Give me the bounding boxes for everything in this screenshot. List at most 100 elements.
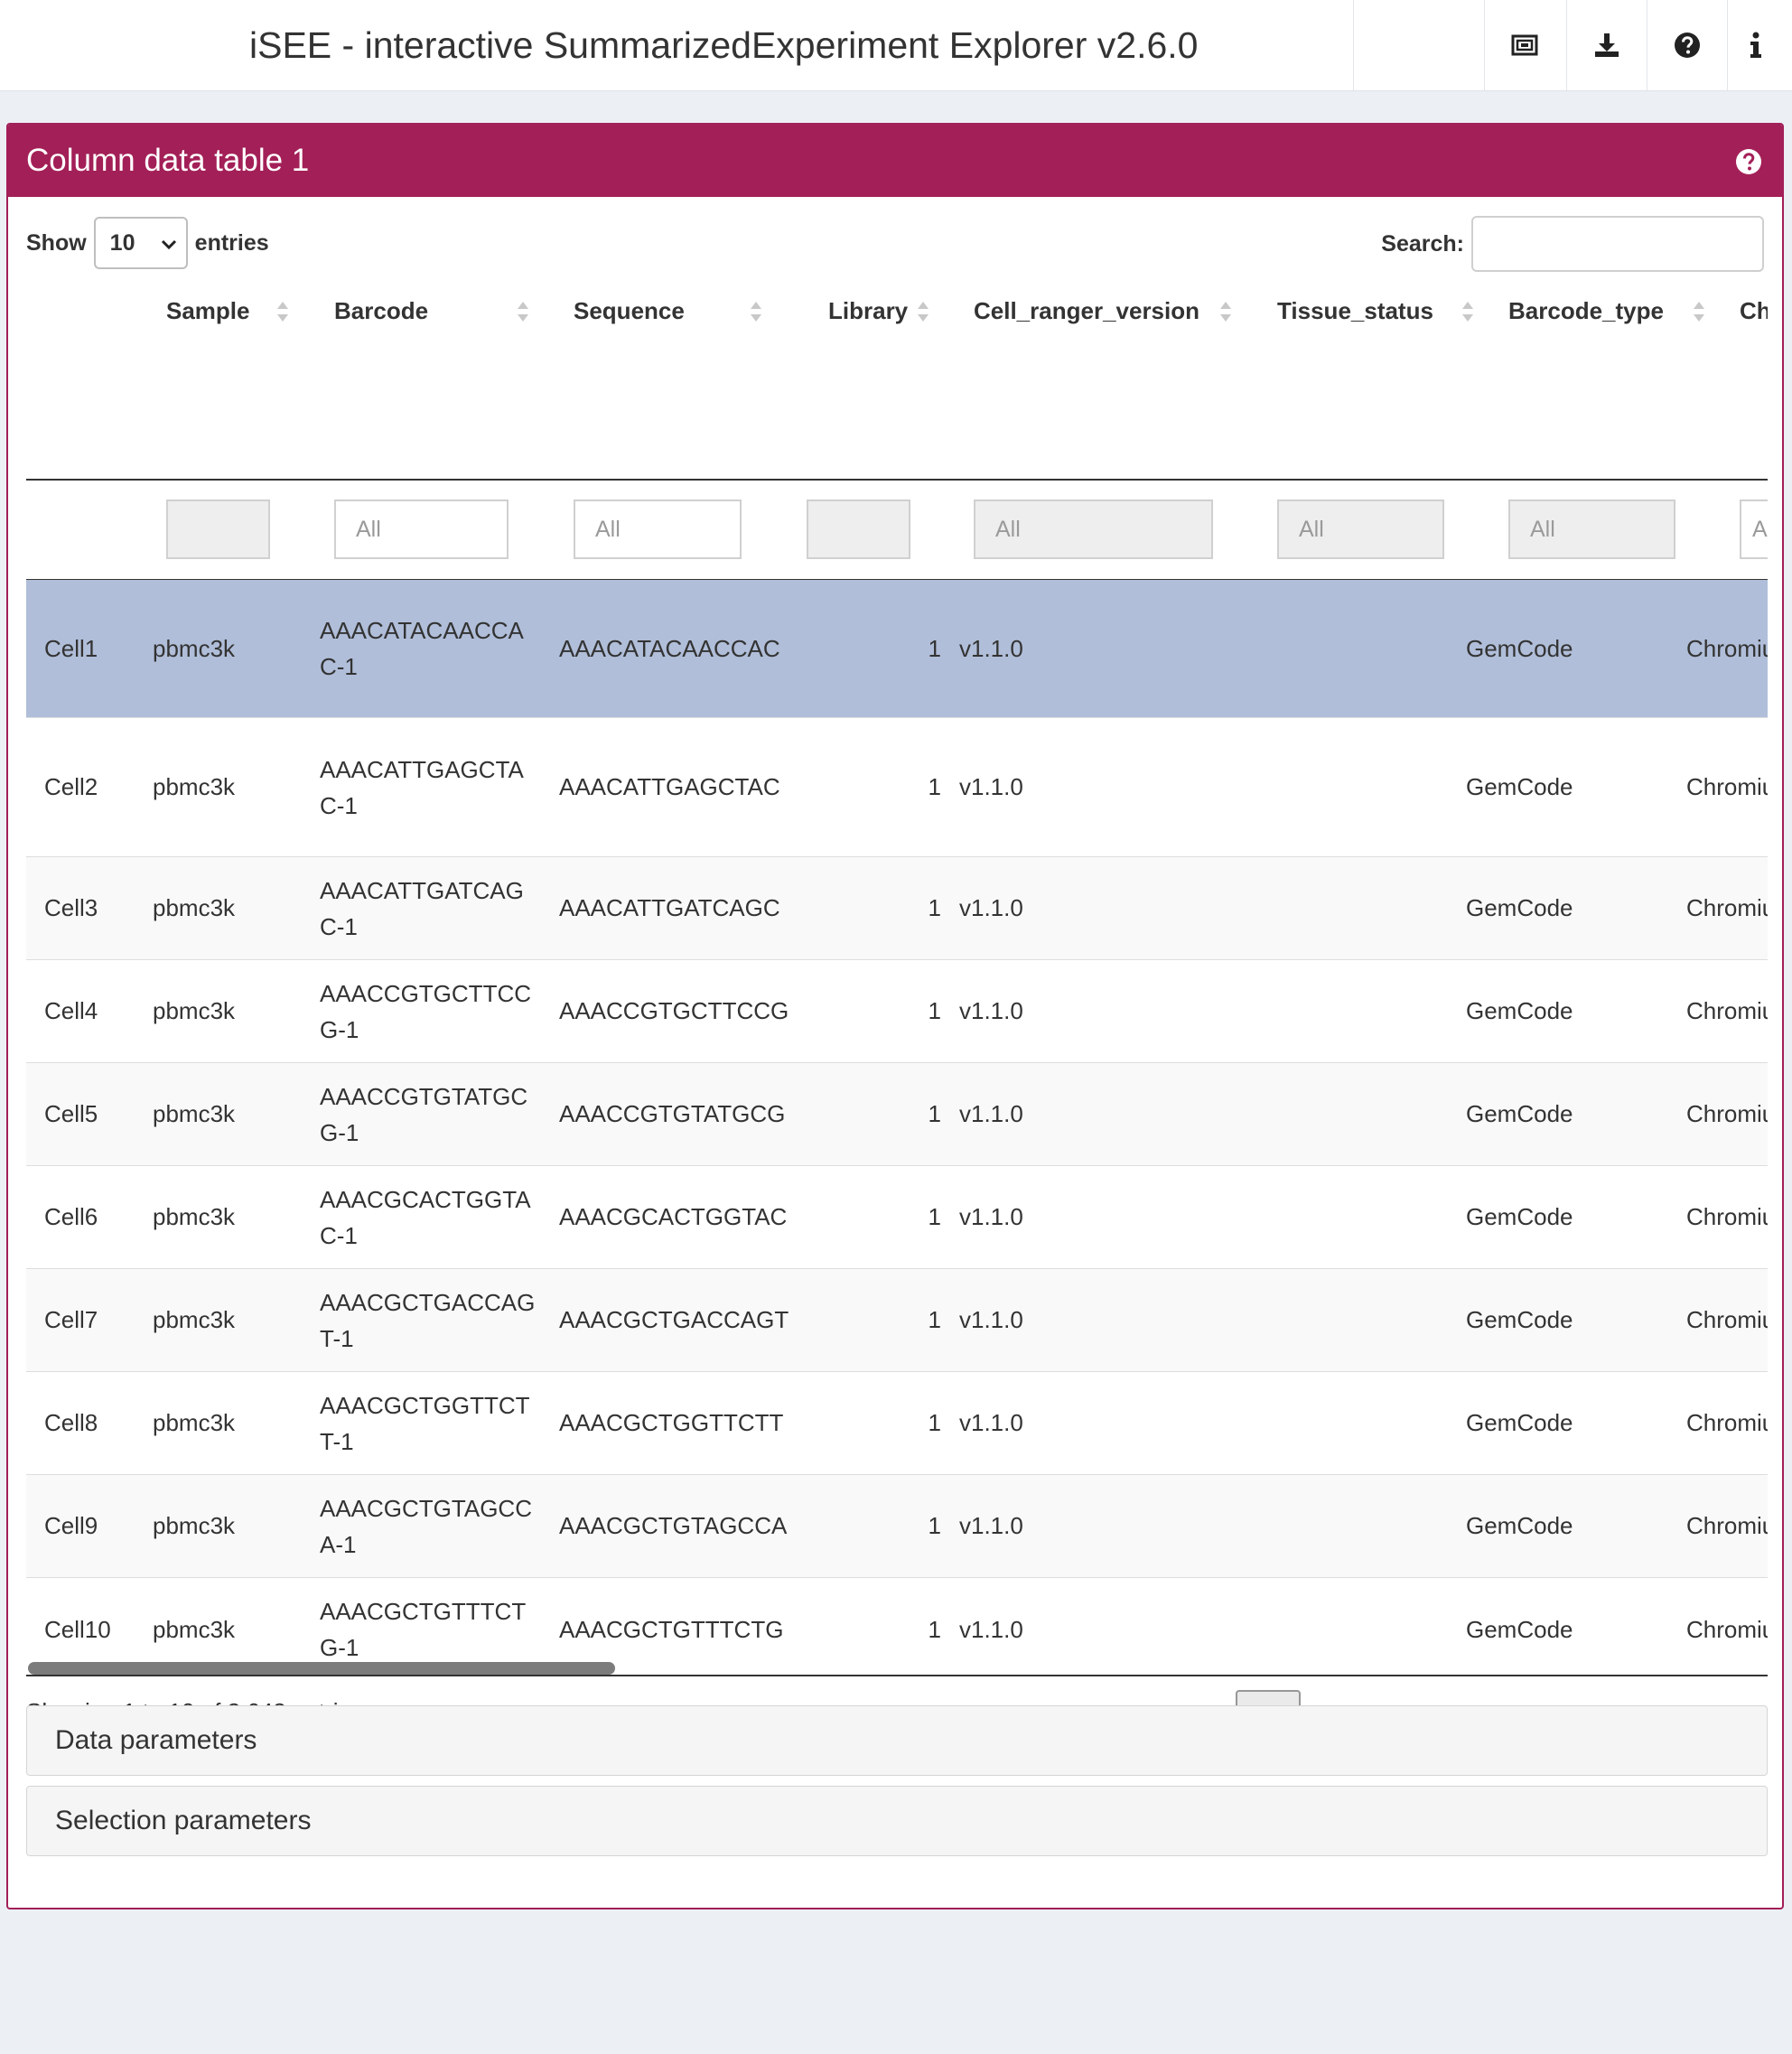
cell-barcode-type: GemCode [1466,1615,1573,1643]
cell-chemistry: Chromiu [1686,634,1768,662]
cell-version: v1.1.0 [959,894,1023,921]
table-row[interactable]: Cell2 pbmc3k AAACATTGAGCTAC-1 AAACATTGAG… [26,718,1768,857]
entries-select[interactable]: 10 [93,217,188,269]
row-name: Cell5 [44,1100,98,1127]
column-header-sample[interactable]: Sample [166,278,250,343]
help-icon[interactable] [1647,0,1727,90]
cell-version: v1.1.0 [959,1512,1023,1539]
panel-help-icon[interactable] [1735,148,1762,175]
cell-barcode: AAACATACAACCAC-1 [320,617,524,680]
gallery-icon[interactable] [1485,0,1564,90]
column-header-barcode[interactable]: Barcode [334,278,428,343]
row-name: Cell6 [44,1203,98,1230]
table-row[interactable]: Cell4 pbmc3k AAACCGTGCTTCCG-1 AAACCGTGCT… [26,960,1768,1063]
table-search: Search: [1381,215,1764,273]
column-header-library[interactable]: Library [828,278,908,343]
cell-library: 1 [928,1409,941,1436]
cell-chemistry: Chromiu [1686,1100,1768,1127]
sort-icon[interactable] [516,300,530,323]
cell-chemistry: Chromiu [1686,997,1768,1024]
column-header-tissue-status[interactable]: Tissue_status [1277,278,1433,343]
column-header-cell-ranger-version[interactable]: Cell_ranger_version [974,278,1199,343]
column-data-table-panel: Column data table 1 Show 10 entries Sear… [6,123,1784,1909]
filter-barcode-type[interactable]: All [1508,499,1675,559]
table-row[interactable]: Cell7 pbmc3k AAACGCTGACCAGT-1 AAACGCTGAC… [26,1269,1768,1372]
sort-icon[interactable] [916,300,930,323]
table-row[interactable]: Cell8 pbmc3k AAACGCTGGTTCTT-1 AAACGCTGGT… [26,1372,1768,1475]
cell-version: v1.1.0 [959,1203,1023,1230]
cell-sample: pbmc3k [153,634,236,662]
cell-sequence: AAACCGTGTATGCG [559,1100,786,1127]
cell-barcode-type: GemCode [1466,894,1573,921]
sort-icon[interactable] [749,300,763,323]
entries-label: entries [194,229,269,256]
cell-sequence: AAACATACAACCAC [559,634,780,662]
row-name: Cell3 [44,894,98,921]
cell-sequence: AAACATTGAGCTAC [559,773,780,800]
cell-barcode-type: GemCode [1466,997,1573,1024]
panel-title: Column data table 1 [26,143,310,178]
table-row[interactable]: Cell6 pbmc3k AAACGCACTGGTAC-1 AAACGCACTG… [26,1166,1768,1269]
cell-sequence: AAACATTGATCAGC [559,894,780,921]
cell-sample: pbmc3k [153,1100,236,1127]
cell-library: 1 [928,894,941,921]
filter-barcode[interactable]: All [334,499,509,559]
sort-icon[interactable] [1692,300,1706,323]
sort-icon[interactable] [275,300,290,323]
download-icon[interactable] [1567,0,1647,90]
row-name: Cell1 [44,634,98,662]
app-title: iSEE - interactive SummarizedExperiment … [249,24,1199,66]
cell-sample: pbmc3k [153,997,236,1024]
info-icon[interactable] [1720,0,1792,90]
cell-chemistry: Chromiu [1686,1615,1768,1643]
cell-sequence: AAACGCACTGGTAC [559,1203,788,1230]
filter-tissue-status[interactable]: All [1277,499,1444,559]
filter-sequence[interactable]: All [574,499,742,559]
search-label: Search: [1381,230,1464,257]
cell-sample: pbmc3k [153,894,236,921]
horizontal-scrollbar[interactable] [28,1662,615,1675]
table-row[interactable]: Cell5 pbmc3k AAACCGTGTATGCG-1 AAACCGTGTA… [26,1063,1768,1166]
cell-sequence: AAACGCTGACCAGT [559,1306,789,1333]
row-name: Cell4 [44,997,98,1024]
table-row[interactable]: Cell3 pbmc3k AAACATTGATCAGC-1 AAACATTGAT… [26,857,1768,960]
sort-icon[interactable] [1461,300,1475,323]
table-row[interactable]: Cell1 pbmc3k AAACATACAACCAC-1 AAACATACAA… [26,580,1768,718]
cell-library: 1 [928,1100,941,1127]
filter-chemistry[interactable]: A [1740,499,1768,559]
cell-sample: pbmc3k [153,1306,236,1333]
selection-parameters-section[interactable]: Selection parameters [26,1786,1768,1856]
show-label: Show [26,229,87,256]
column-header-chemistry[interactable]: Che [1740,278,1768,343]
cell-sample: pbmc3k [153,1512,236,1539]
cell-sequence: AAACGCTGTAGCCA [559,1512,788,1539]
row-name: Cell2 [44,773,98,800]
table-row[interactable]: Cell9 pbmc3k AAACGCTGTAGCCA-1 AAACGCTGTA… [26,1475,1768,1578]
cell-version: v1.1.0 [959,1306,1023,1333]
search-input[interactable] [1471,216,1764,272]
sort-icon[interactable] [1218,300,1233,323]
cell-chemistry: Chromiu [1686,1409,1768,1436]
cell-library: 1 [928,1203,941,1230]
filter-cell-ranger-version[interactable]: All [974,499,1213,559]
column-header-barcode-type[interactable]: Barcode_type [1508,278,1664,343]
cell-library: 1 [928,1615,941,1643]
cell-barcode: AAACGCTGACCAGT-1 [320,1288,536,1352]
cell-chemistry: Chromiu [1686,1306,1768,1333]
table-footer-divider [26,1675,1768,1676]
cell-version: v1.1.0 [959,1409,1023,1436]
cell-barcode-type: GemCode [1466,773,1573,800]
row-name: Cell8 [44,1409,98,1436]
cell-sample: pbmc3k [153,1203,236,1230]
data-table: Sample Barcode Sequence Library Cell_ran… [26,278,1768,1684]
entries-select-value: 10 [109,229,135,256]
cell-barcode-type: GemCode [1466,1203,1573,1230]
row-name: Cell7 [44,1306,98,1333]
cell-library: 1 [928,1512,941,1539]
cell-chemistry: Chromiu [1686,1512,1768,1539]
cell-chemistry: Chromiu [1686,773,1768,800]
column-header-sequence[interactable]: Sequence [574,278,685,343]
cell-barcode: AAACCGTGTATGCG-1 [320,1082,528,1146]
data-parameters-section[interactable]: Data parameters [26,1705,1768,1776]
cell-library: 1 [928,1306,941,1333]
